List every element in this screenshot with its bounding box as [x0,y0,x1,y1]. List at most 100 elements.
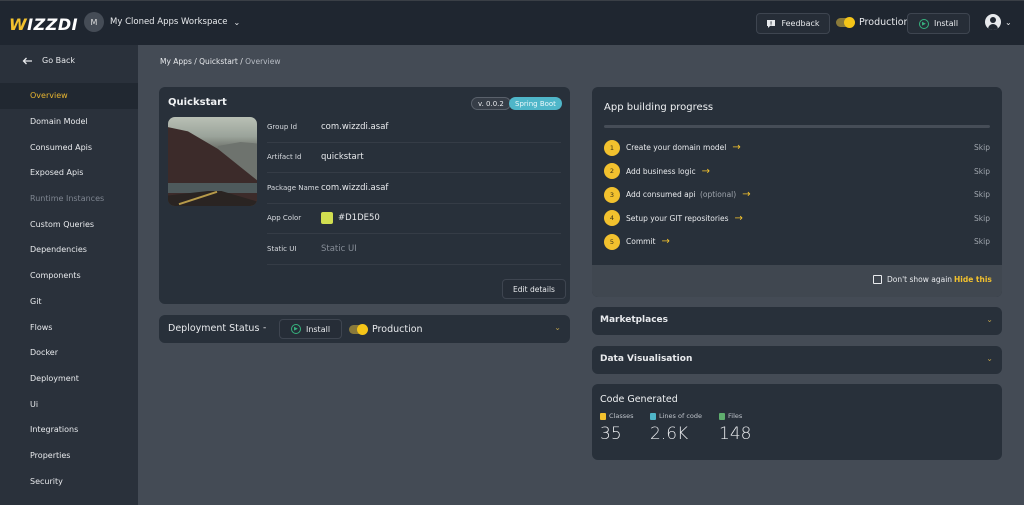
user-avatar-icon [985,14,1001,30]
play-icon: ▶ [290,324,301,334]
sidebar-item-properties[interactable]: Properties [0,443,138,469]
edit-details-button[interactable]: Edit details [502,279,566,299]
step-number: 4 [604,210,620,227]
progress-step: 4 Setup your GIT repositories → Skip [604,207,990,231]
field-app-color: App Color #D1DE50 [267,204,561,234]
toggle-switch[interactable] [349,324,368,335]
skip-button[interactable]: Skip [974,237,990,246]
data-visualisation-accordion[interactable]: Data Visualisation ⌄ [592,346,1002,374]
arrow-left-icon [22,57,32,64]
progress-footer: Don't show again Hide this [592,265,1002,297]
sidebar-nav: Overview Domain Model Consumed Apis Exposed… [0,83,138,494]
deployment-environment-toggle[interactable]: Production [349,324,423,335]
skip-button[interactable]: Skip [974,190,990,199]
sidebar-item-consumed-apis[interactable]: Consumed Apis [0,134,138,160]
deployment-install-button[interactable]: ▶ Install [279,319,342,339]
step-label[interactable]: Add business logic [626,167,696,176]
field-package-name: Package Name com.wizzdi.asaf [267,173,561,204]
breadcrumb-current: Overview [245,57,281,66]
breadcrumb: My Apps / Quickstart / Overview [160,57,280,66]
app-image[interactable] [168,117,257,206]
sidebar-item-flows[interactable]: Flows [0,314,138,340]
sidebar: Go Back Overview Domain Model Consumed Api… [0,45,138,505]
workspace-selector[interactable]: M My Cloned Apps Workspace ⌄ [84,12,240,32]
progress-bar [604,125,990,128]
progress-step: 1 Create your domain model → Skip [604,136,990,160]
chevron-down-icon[interactable]: ⌄ [986,315,993,324]
cube-icon [600,412,606,420]
top-bar: WIZZDI M My Cloned Apps Workspace ⌄ Feed… [0,0,1024,45]
feedback-button[interactable]: Feedback [756,13,830,34]
marketplaces-accordion[interactable]: Marketplaces ⌄ [592,307,1002,335]
chevron-down-icon: ⌄ [1005,17,1012,27]
breadcrumb-quickstart[interactable]: Quickstart / [199,57,243,66]
step-number: 3 [604,186,620,203]
sidebar-item-dependencies[interactable]: Dependencies [0,237,138,263]
metric-lines-of-code: Lines of code 2.6K [650,412,703,444]
progress-title: App building progress [604,102,714,113]
install-button[interactable]: ▶ Install [907,13,970,34]
arrow-right-icon[interactable]: → [735,213,743,224]
arrow-right-icon[interactable]: → [702,166,710,177]
progress-step: 5 Commit → Skip [604,230,990,254]
sidebar-item-runtime-instances: Runtime Instances [30,194,105,204]
workspace-name: My Cloned Apps Workspace [110,17,228,27]
code-icon [650,412,656,420]
sidebar-item-security[interactable]: Security [0,468,138,494]
step-label[interactable]: Setup your GIT repositories [626,214,729,223]
environment-toggle[interactable]: Production [836,17,910,28]
deployment-title: Deployment Status [168,323,260,334]
deployment-separator: - [263,323,267,333]
chevron-down-icon[interactable]: ⌄ [554,323,561,332]
go-back-button[interactable]: Go Back [22,56,75,65]
field-group-id: Group Id com.wizzdi.asaf [267,112,561,143]
sidebar-item-integrations[interactable]: Integrations [0,417,138,443]
app-color-value: #D1DE50 [338,213,380,224]
wizzdi-logo[interactable]: WIZZDI [9,15,78,34]
environment-label: Production [859,17,910,28]
sidebar-item-docker[interactable]: Docker [0,340,138,366]
step-optional: (optional) [699,190,737,200]
sidebar-item-overview[interactable]: Overview [0,83,138,109]
sidebar-item-deployment[interactable]: Deployment [0,366,138,392]
skip-button[interactable]: Skip [974,143,990,152]
user-menu[interactable]: ⌄ [985,14,1012,30]
step-label[interactable]: Commit [626,237,655,246]
chevron-down-icon[interactable]: ⌄ [986,354,993,363]
breadcrumb-my-apps[interactable]: My Apps / [160,57,197,66]
sidebar-item-components[interactable]: Components [0,263,138,289]
arrow-right-icon[interactable]: → [742,189,750,200]
skip-button[interactable]: Skip [974,214,990,223]
sidebar-item-ui[interactable]: Ui [0,391,138,417]
step-number: 2 [604,163,620,180]
framework-badge: Spring Boot [509,97,562,110]
step-label[interactable]: Add consumed api (optional) [626,190,736,199]
step-number: 5 [604,233,620,250]
file-icon [719,412,725,420]
code-generated-title: Code Generated [600,394,678,405]
skip-button[interactable]: Skip [974,167,990,176]
sidebar-item-exposed-apis[interactable]: Exposed Apis [0,160,138,186]
app-title: Quickstart [168,97,227,108]
checkbox-icon[interactable] [873,275,882,284]
field-artifact-id: Artifact Id quickstart [267,143,561,173]
progress-steps: 1 Create your domain model → Skip 2 Add busin… [604,136,990,254]
chevron-down-icon: ⌄ [233,17,241,27]
metric-files: Files 148 [719,412,752,444]
sidebar-item-custom-queries[interactable]: Custom Queries [0,211,138,237]
hide-this-link[interactable]: Hide this [954,275,992,284]
arrow-right-icon[interactable]: → [661,236,669,247]
play-icon: ▶ [918,18,929,29]
dont-show-again-checkbox[interactable]: Don't show again [873,275,952,284]
metric-classes: Classes 35 [600,412,634,444]
toggle-switch[interactable] [836,17,855,28]
feedback-icon [767,19,776,28]
step-label[interactable]: Create your domain model [626,143,726,152]
sidebar-item-domain-model[interactable]: Domain Model [0,109,138,135]
arrow-right-icon[interactable]: → [732,142,740,153]
deployment-status-card[interactable]: Deployment Status - ▶ Install Production… [159,315,570,343]
progress-step: 3 Add consumed api (optional) → Skip [604,183,990,207]
sidebar-item-git[interactable]: Git [0,289,138,315]
app-building-progress-card: App building progress 1 Create your domai… [592,87,1002,297]
color-swatch [321,212,333,225]
